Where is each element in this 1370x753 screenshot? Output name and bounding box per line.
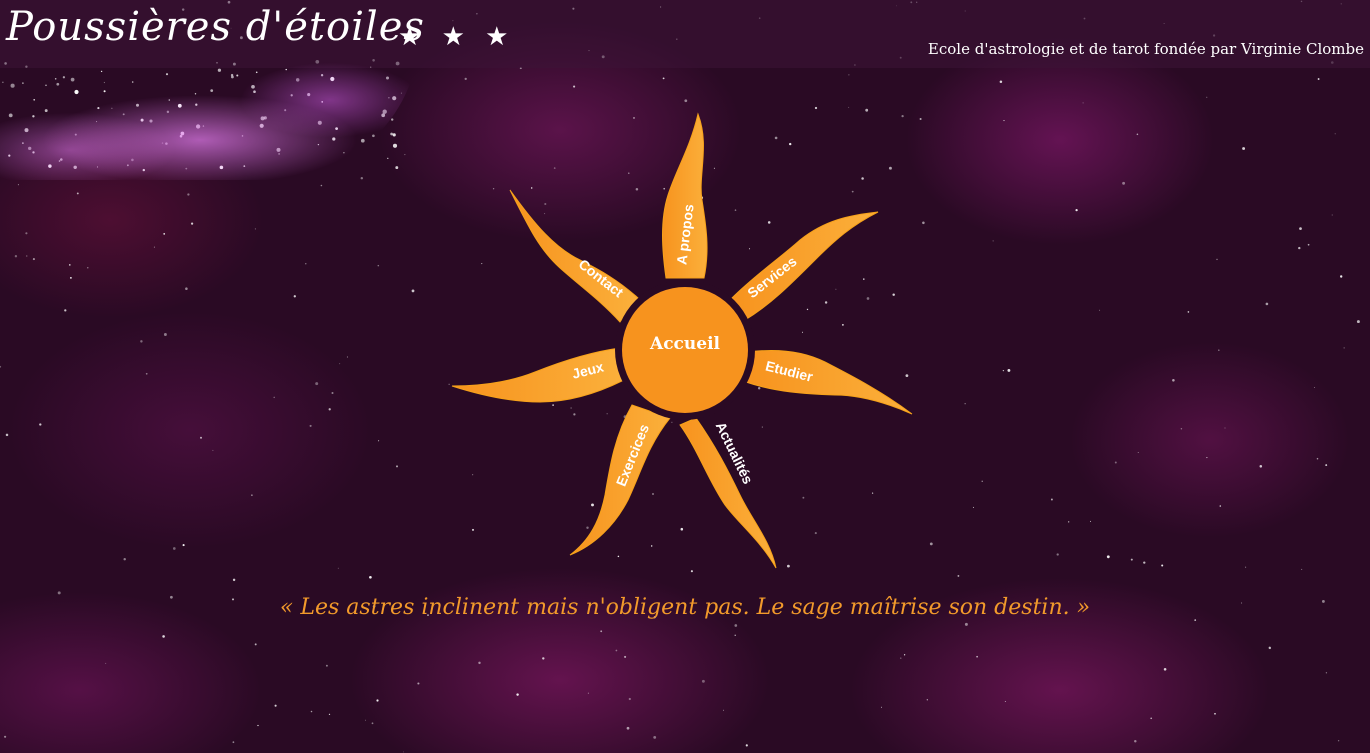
ray-jeux[interactable]: Jeux	[451, 347, 625, 403]
ray-apropos[interactable]: A propos	[662, 112, 708, 279]
ray-etudier[interactable]: Etudier	[745, 349, 913, 415]
quote-text: « Les astres inclinent mais n'obligent p…	[279, 595, 1091, 620]
accueil-label: Accueil	[649, 334, 721, 354]
ray-services[interactable]: Services	[731, 211, 879, 321]
accueil-button[interactable]: Accueil	[615, 280, 755, 420]
site-title[interactable]: Poussières d'étoiles	[6, 4, 425, 50]
nebula-decoration	[0, 30, 420, 180]
ray-actualites[interactable]: Actualités	[679, 417, 777, 569]
ray-contact[interactable]: Contact	[509, 189, 639, 323]
sun-navigation-menu: A propos Services Etudier Actualités Exe…	[451, 112, 913, 569]
star-icons: ★ ★ ★	[398, 22, 515, 52]
tagline: Ecole d'astrologie et de tarot fondée pa…	[927, 40, 1364, 58]
ray-exercices[interactable]: Exercices	[569, 404, 671, 556]
